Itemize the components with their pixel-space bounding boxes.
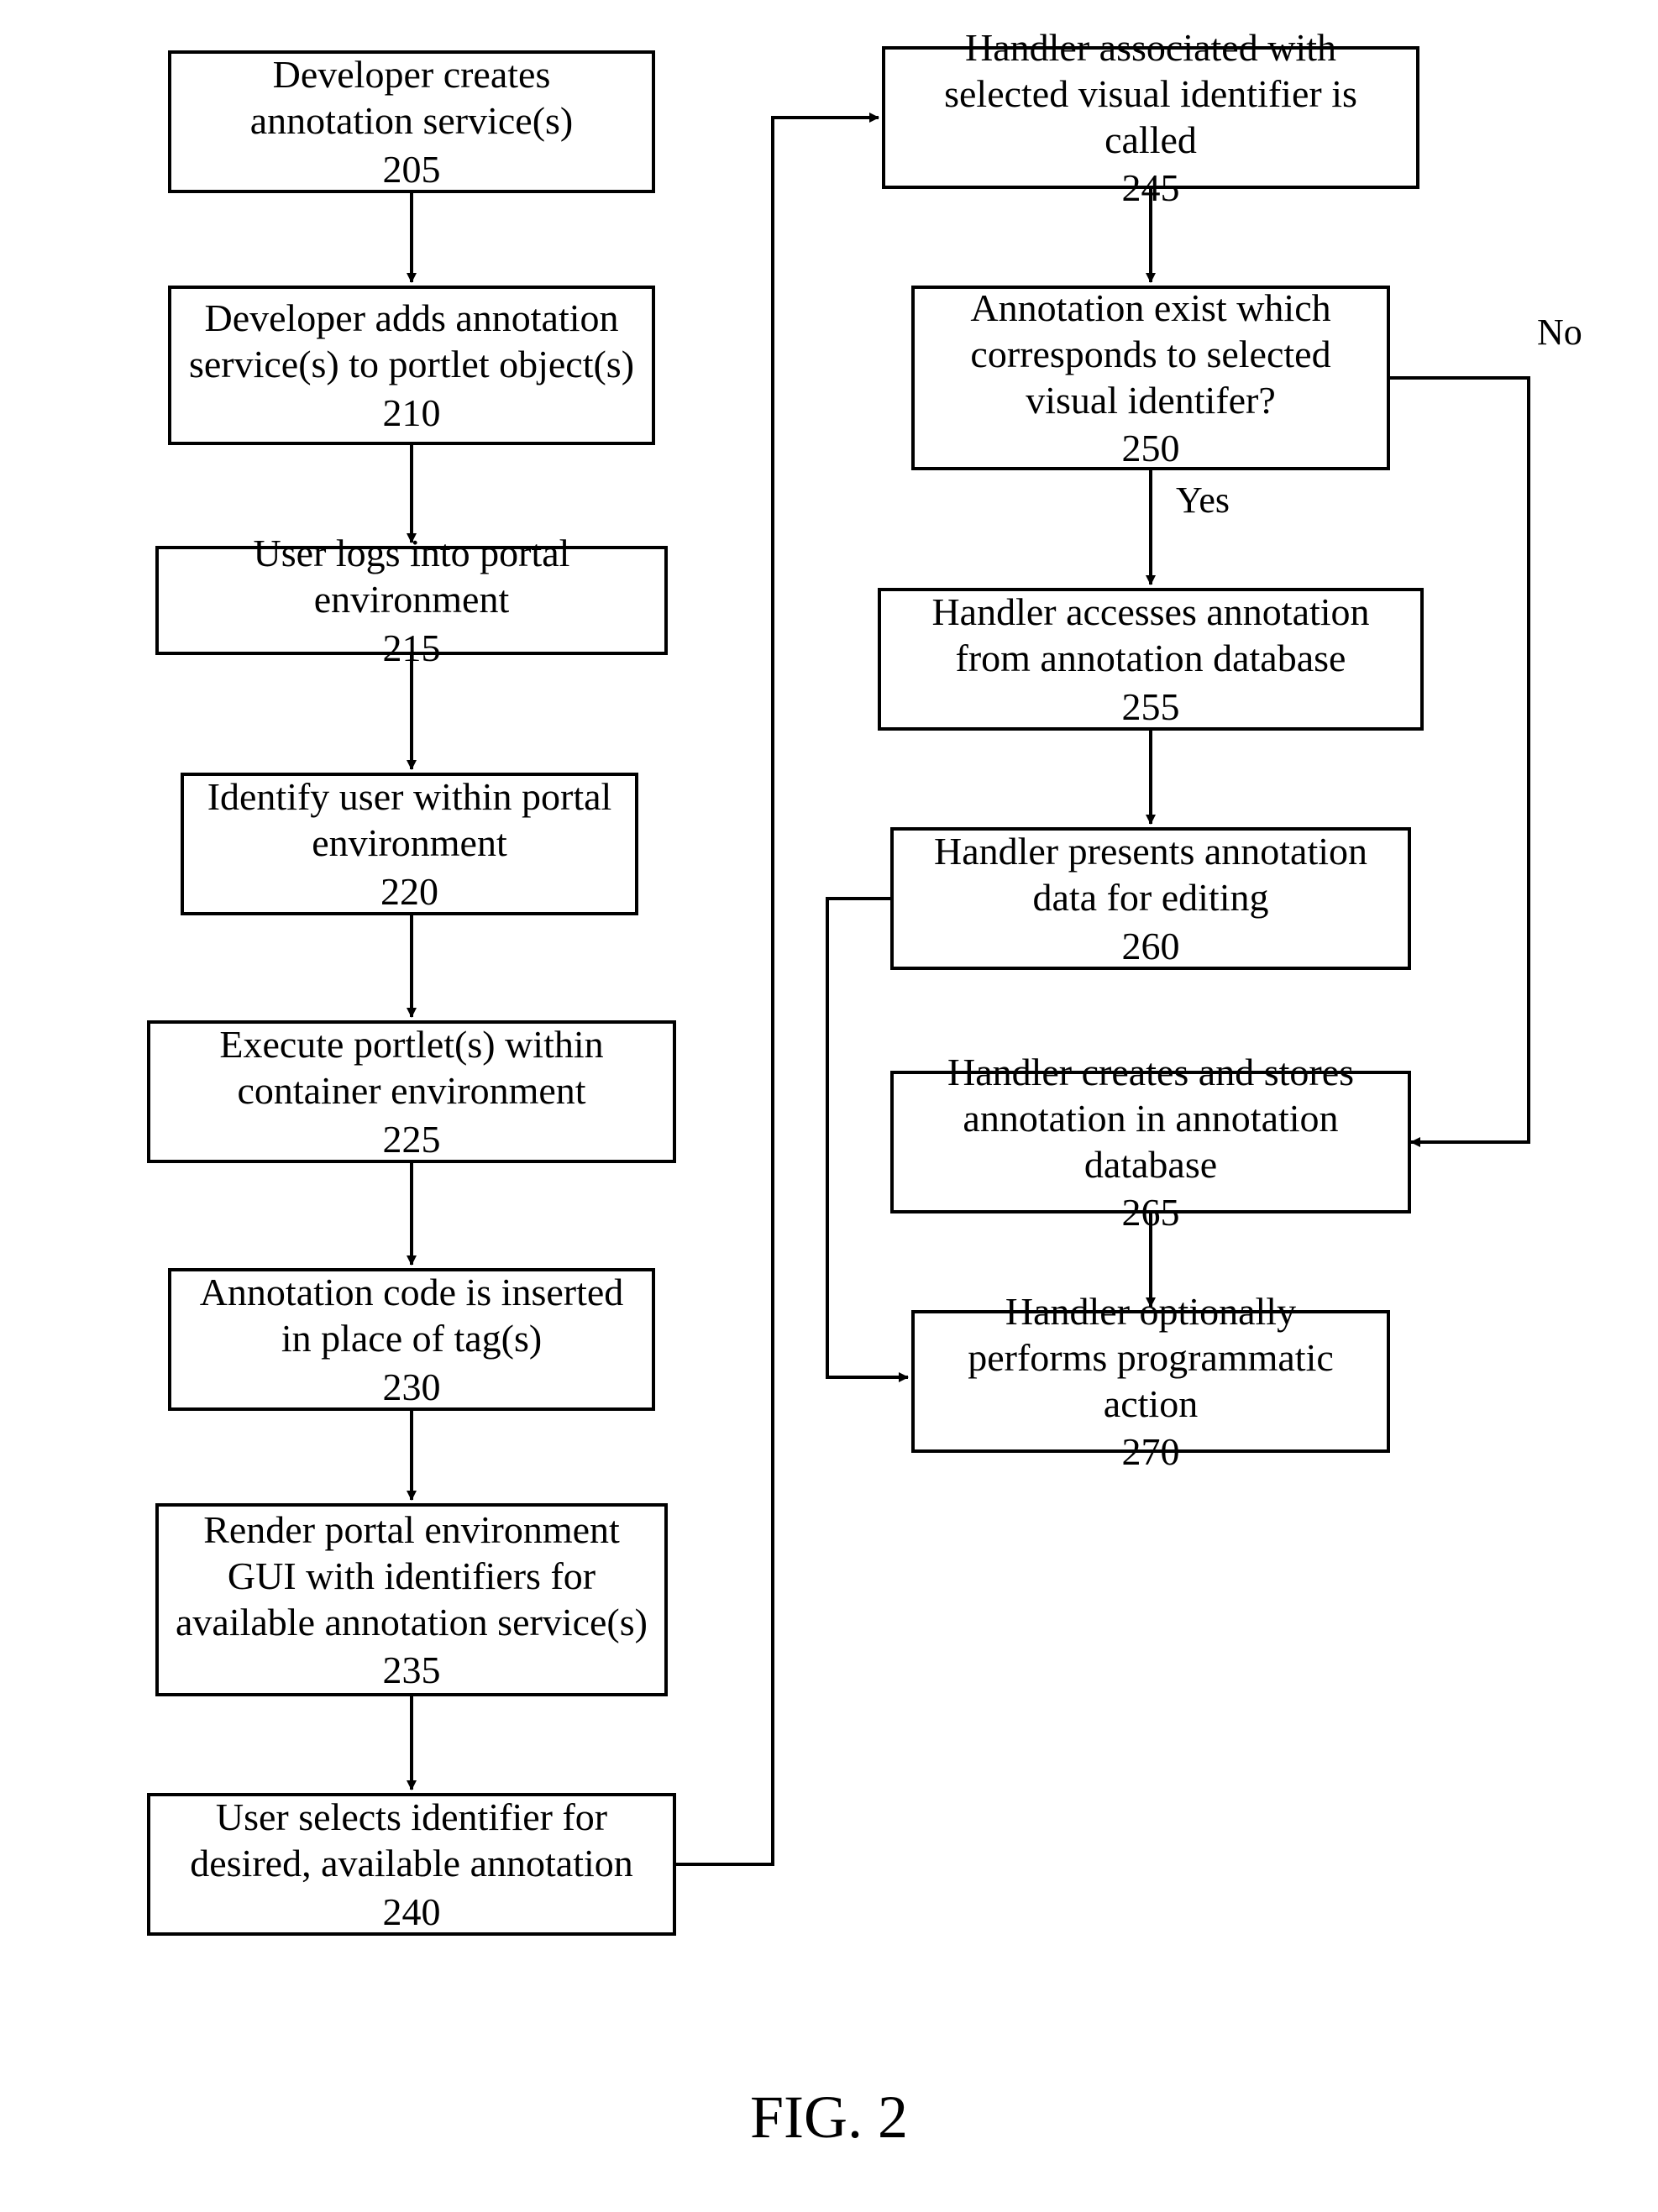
node-220: Identify user within portal environment … [181, 773, 638, 915]
node-260-num: 260 [1122, 923, 1180, 969]
node-250: Annotation exist which corresponds to se… [911, 286, 1390, 470]
label-yes: Yes [1176, 479, 1230, 522]
node-230: Annotation code is inserted in place of … [168, 1268, 655, 1411]
node-220-num: 220 [380, 868, 438, 915]
node-220-text: Identify user within portal environment [201, 773, 618, 866]
node-270: Handler optionally performs programmatic… [911, 1310, 1390, 1453]
node-225: Execute portlet(s) within container envi… [147, 1020, 676, 1163]
node-260: Handler presents annotation data for edi… [890, 827, 1411, 970]
node-230-num: 230 [383, 1364, 441, 1410]
node-245-text: Handler associated with selected visual … [902, 24, 1399, 164]
node-205-text: Developer creates annotation service(s) [188, 51, 635, 144]
node-235-num: 235 [383, 1647, 441, 1693]
node-210-text: Developer adds annotation service(s) to … [188, 295, 635, 387]
node-210-num: 210 [383, 390, 441, 436]
node-210: Developer adds annotation service(s) to … [168, 286, 655, 445]
node-270-text: Handler optionally performs programmatic… [931, 1288, 1370, 1428]
node-235: Render portal environment GUI with ident… [155, 1503, 668, 1696]
node-255-num: 255 [1122, 684, 1180, 730]
node-205: Developer creates annotation service(s) … [168, 50, 655, 193]
node-225-text: Execute portlet(s) within container envi… [167, 1021, 656, 1114]
node-240-text: User selects identifier for desired, ava… [167, 1794, 656, 1886]
node-250-num: 250 [1122, 425, 1180, 471]
node-265-text: Handler creates and stores annotation in… [910, 1049, 1391, 1188]
node-225-num: 225 [383, 1116, 441, 1162]
node-240-num: 240 [383, 1889, 441, 1935]
node-255: Handler accesses annotation from annotat… [878, 588, 1424, 731]
node-205-num: 205 [383, 146, 441, 192]
node-265-num: 265 [1122, 1189, 1180, 1235]
node-245-num: 245 [1122, 165, 1180, 211]
node-265: Handler creates and stores annotation in… [890, 1071, 1411, 1213]
node-215-text: User logs into portal environment [176, 530, 648, 622]
node-245: Handler associated with selected visual … [882, 46, 1419, 189]
node-235-text: Render portal environment GUI with ident… [176, 1507, 648, 1646]
node-270-num: 270 [1122, 1428, 1180, 1475]
node-260-text: Handler presents annotation data for edi… [910, 828, 1391, 920]
figure-label: FIG. 2 [0, 2083, 1658, 2152]
node-215-num: 215 [383, 625, 441, 671]
label-no: No [1537, 311, 1582, 354]
node-255-text: Handler accesses annotation from annotat… [898, 589, 1404, 681]
node-215: User logs into portal environment 215 [155, 546, 668, 655]
node-240: User selects identifier for desired, ava… [147, 1793, 676, 1936]
node-250-text: Annotation exist which corresponds to se… [931, 285, 1370, 424]
node-230-text: Annotation code is inserted in place of … [188, 1269, 635, 1361]
